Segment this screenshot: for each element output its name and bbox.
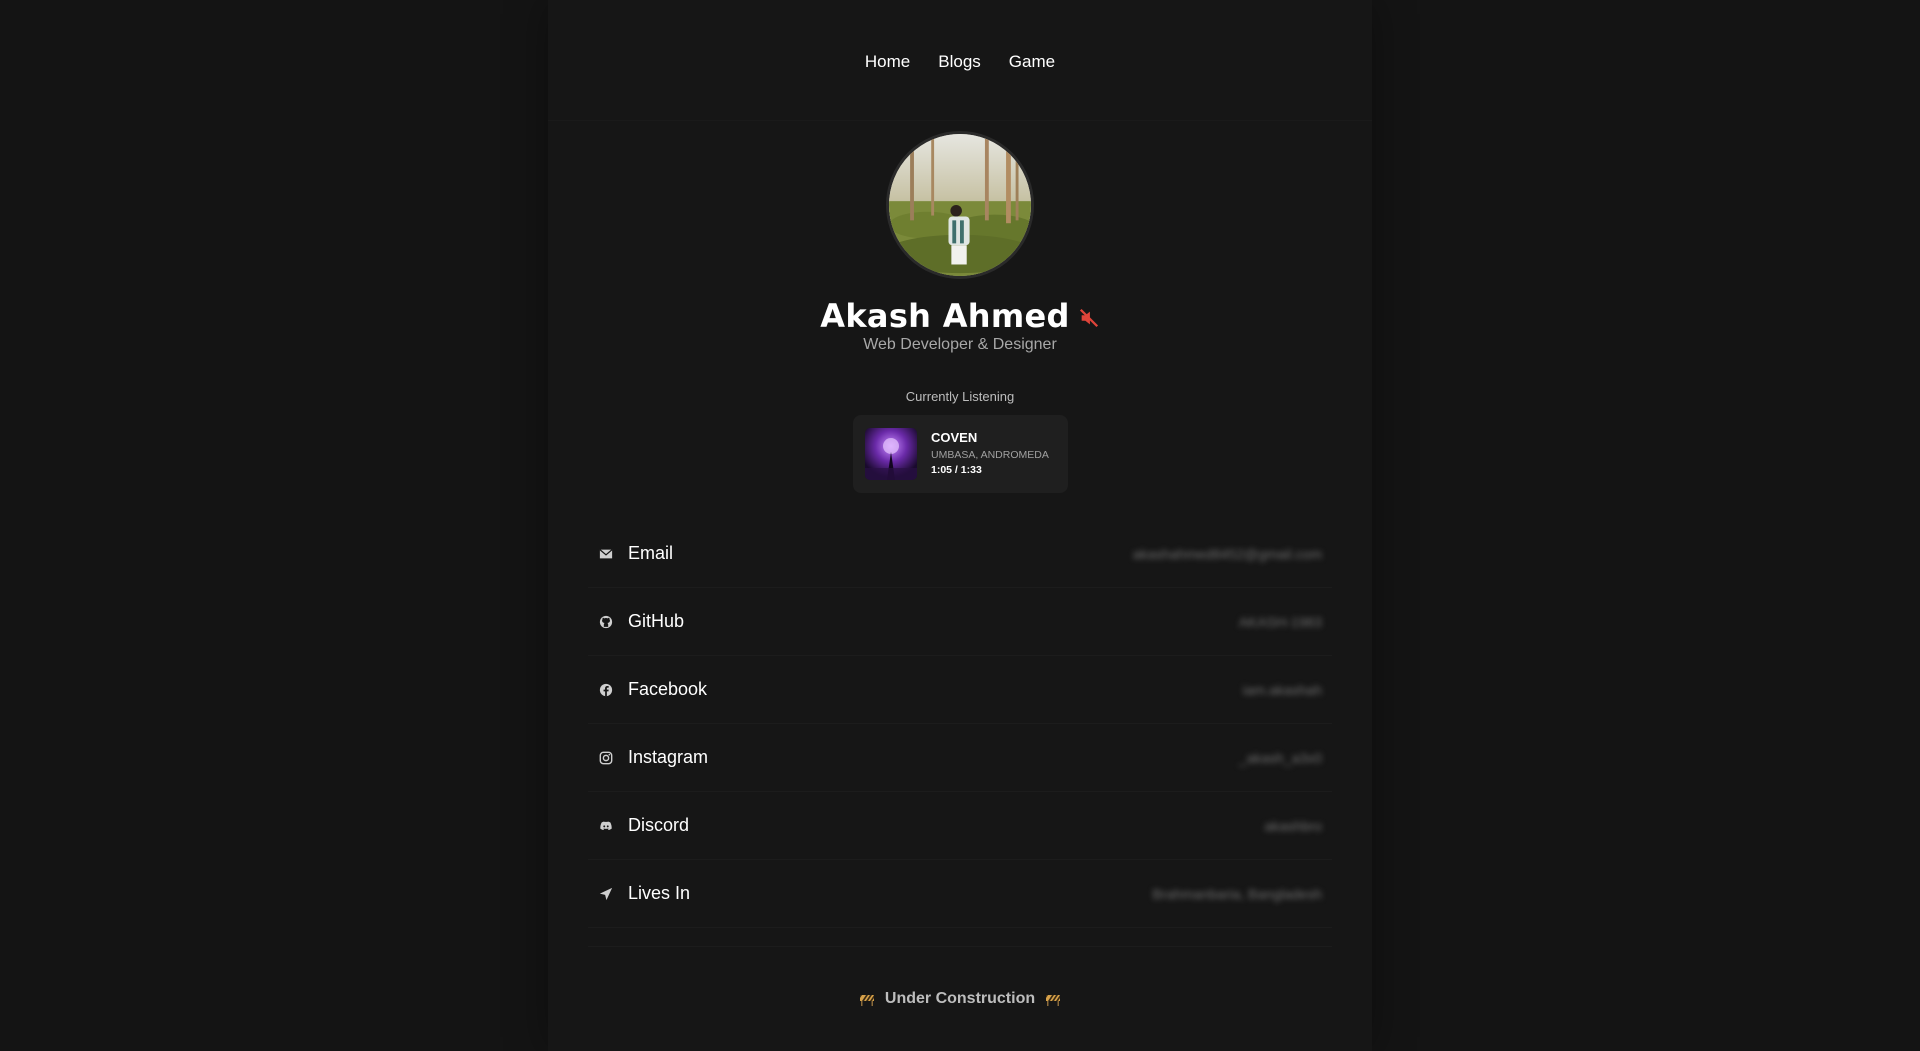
contact-value[interactable]: AKASH-1983 — [1239, 614, 1322, 630]
name-row: Akash Ahmed — [0, 297, 1920, 335]
contact-value[interactable]: akashahmed8452@gmail.com — [1133, 546, 1322, 562]
discord-icon — [598, 818, 614, 834]
contact-row-email[interactable]: Email akashahmed8452@gmail.com — [588, 520, 1332, 588]
contact-value[interactable]: Brahmanbaria, Bangladesh — [1152, 886, 1322, 902]
envelope-icon — [598, 546, 614, 562]
contact-value[interactable]: akashbro — [1264, 818, 1322, 834]
contact-value[interactable]: iam.akashah — [1243, 682, 1322, 698]
profile-subtitle: Web Developer & Designer — [863, 336, 1057, 353]
muted-speaker-icon[interactable] — [1078, 307, 1100, 329]
footer-text: Under Construction — [884, 990, 1036, 1007]
contact-row-instagram[interactable]: Instagram _akash_a3x0 — [588, 724, 1332, 792]
construction-barrier-icon — [859, 995, 874, 1006]
contact-label: Lives In — [628, 883, 691, 903]
nav-divider — [548, 120, 1372, 121]
construction-barrier-icon — [1046, 995, 1061, 1006]
contact-label: Instagram — [628, 747, 709, 767]
contact-row-location[interactable]: Lives In Brahmanbaria, Bangladesh — [588, 860, 1332, 928]
listening-label: Currently Listening — [905, 389, 1015, 404]
track-artist: UMBASA, ANDROMEDA — [931, 449, 1049, 462]
now-playing-card[interactable]: COVEN UMBASA, ANDROMEDA 1:05 / 1:33 — [853, 415, 1068, 493]
avatar — [886, 131, 1034, 279]
nav-blogs-link[interactable]: Blogs — [938, 52, 981, 72]
contact-label: Discord — [628, 815, 690, 835]
contact-row-github[interactable]: GitHub AKASH-1983 — [588, 588, 1332, 656]
contact-row-facebook[interactable]: Facebook iam.akashah — [588, 656, 1332, 724]
footer-banner: Under Construction — [0, 990, 1920, 1008]
contact-list: Email akashahmed8452@gmail.com GitHub AK… — [588, 520, 1332, 928]
track-title: COVEN — [931, 430, 978, 446]
instagram-icon — [598, 750, 614, 766]
avatar-photo — [889, 134, 1031, 276]
contact-value[interactable]: _akash_a3x0 — [1239, 750, 1322, 766]
contact-row-discord[interactable]: Discord akashbro — [588, 792, 1332, 860]
contact-label: Facebook — [628, 679, 708, 699]
contact-label: GitHub — [628, 611, 685, 631]
track-info: COVEN UMBASA, ANDROMEDA 1:05 / 1:33 — [931, 430, 1049, 477]
track-time: 1:05 / 1:33 — [931, 464, 982, 477]
album-cover — [865, 428, 917, 480]
top-nav: Home Blogs Game — [0, 52, 1920, 72]
facebook-icon — [598, 682, 614, 698]
profile-name: Akash Ahmed — [820, 297, 1070, 335]
contact-label: Email — [628, 543, 674, 563]
nav-home-link[interactable]: Home — [865, 52, 910, 72]
location-arrow-icon — [598, 886, 614, 902]
nav-game-link[interactable]: Game — [1009, 52, 1055, 72]
github-icon — [598, 614, 614, 630]
footer-divider — [588, 946, 1332, 947]
